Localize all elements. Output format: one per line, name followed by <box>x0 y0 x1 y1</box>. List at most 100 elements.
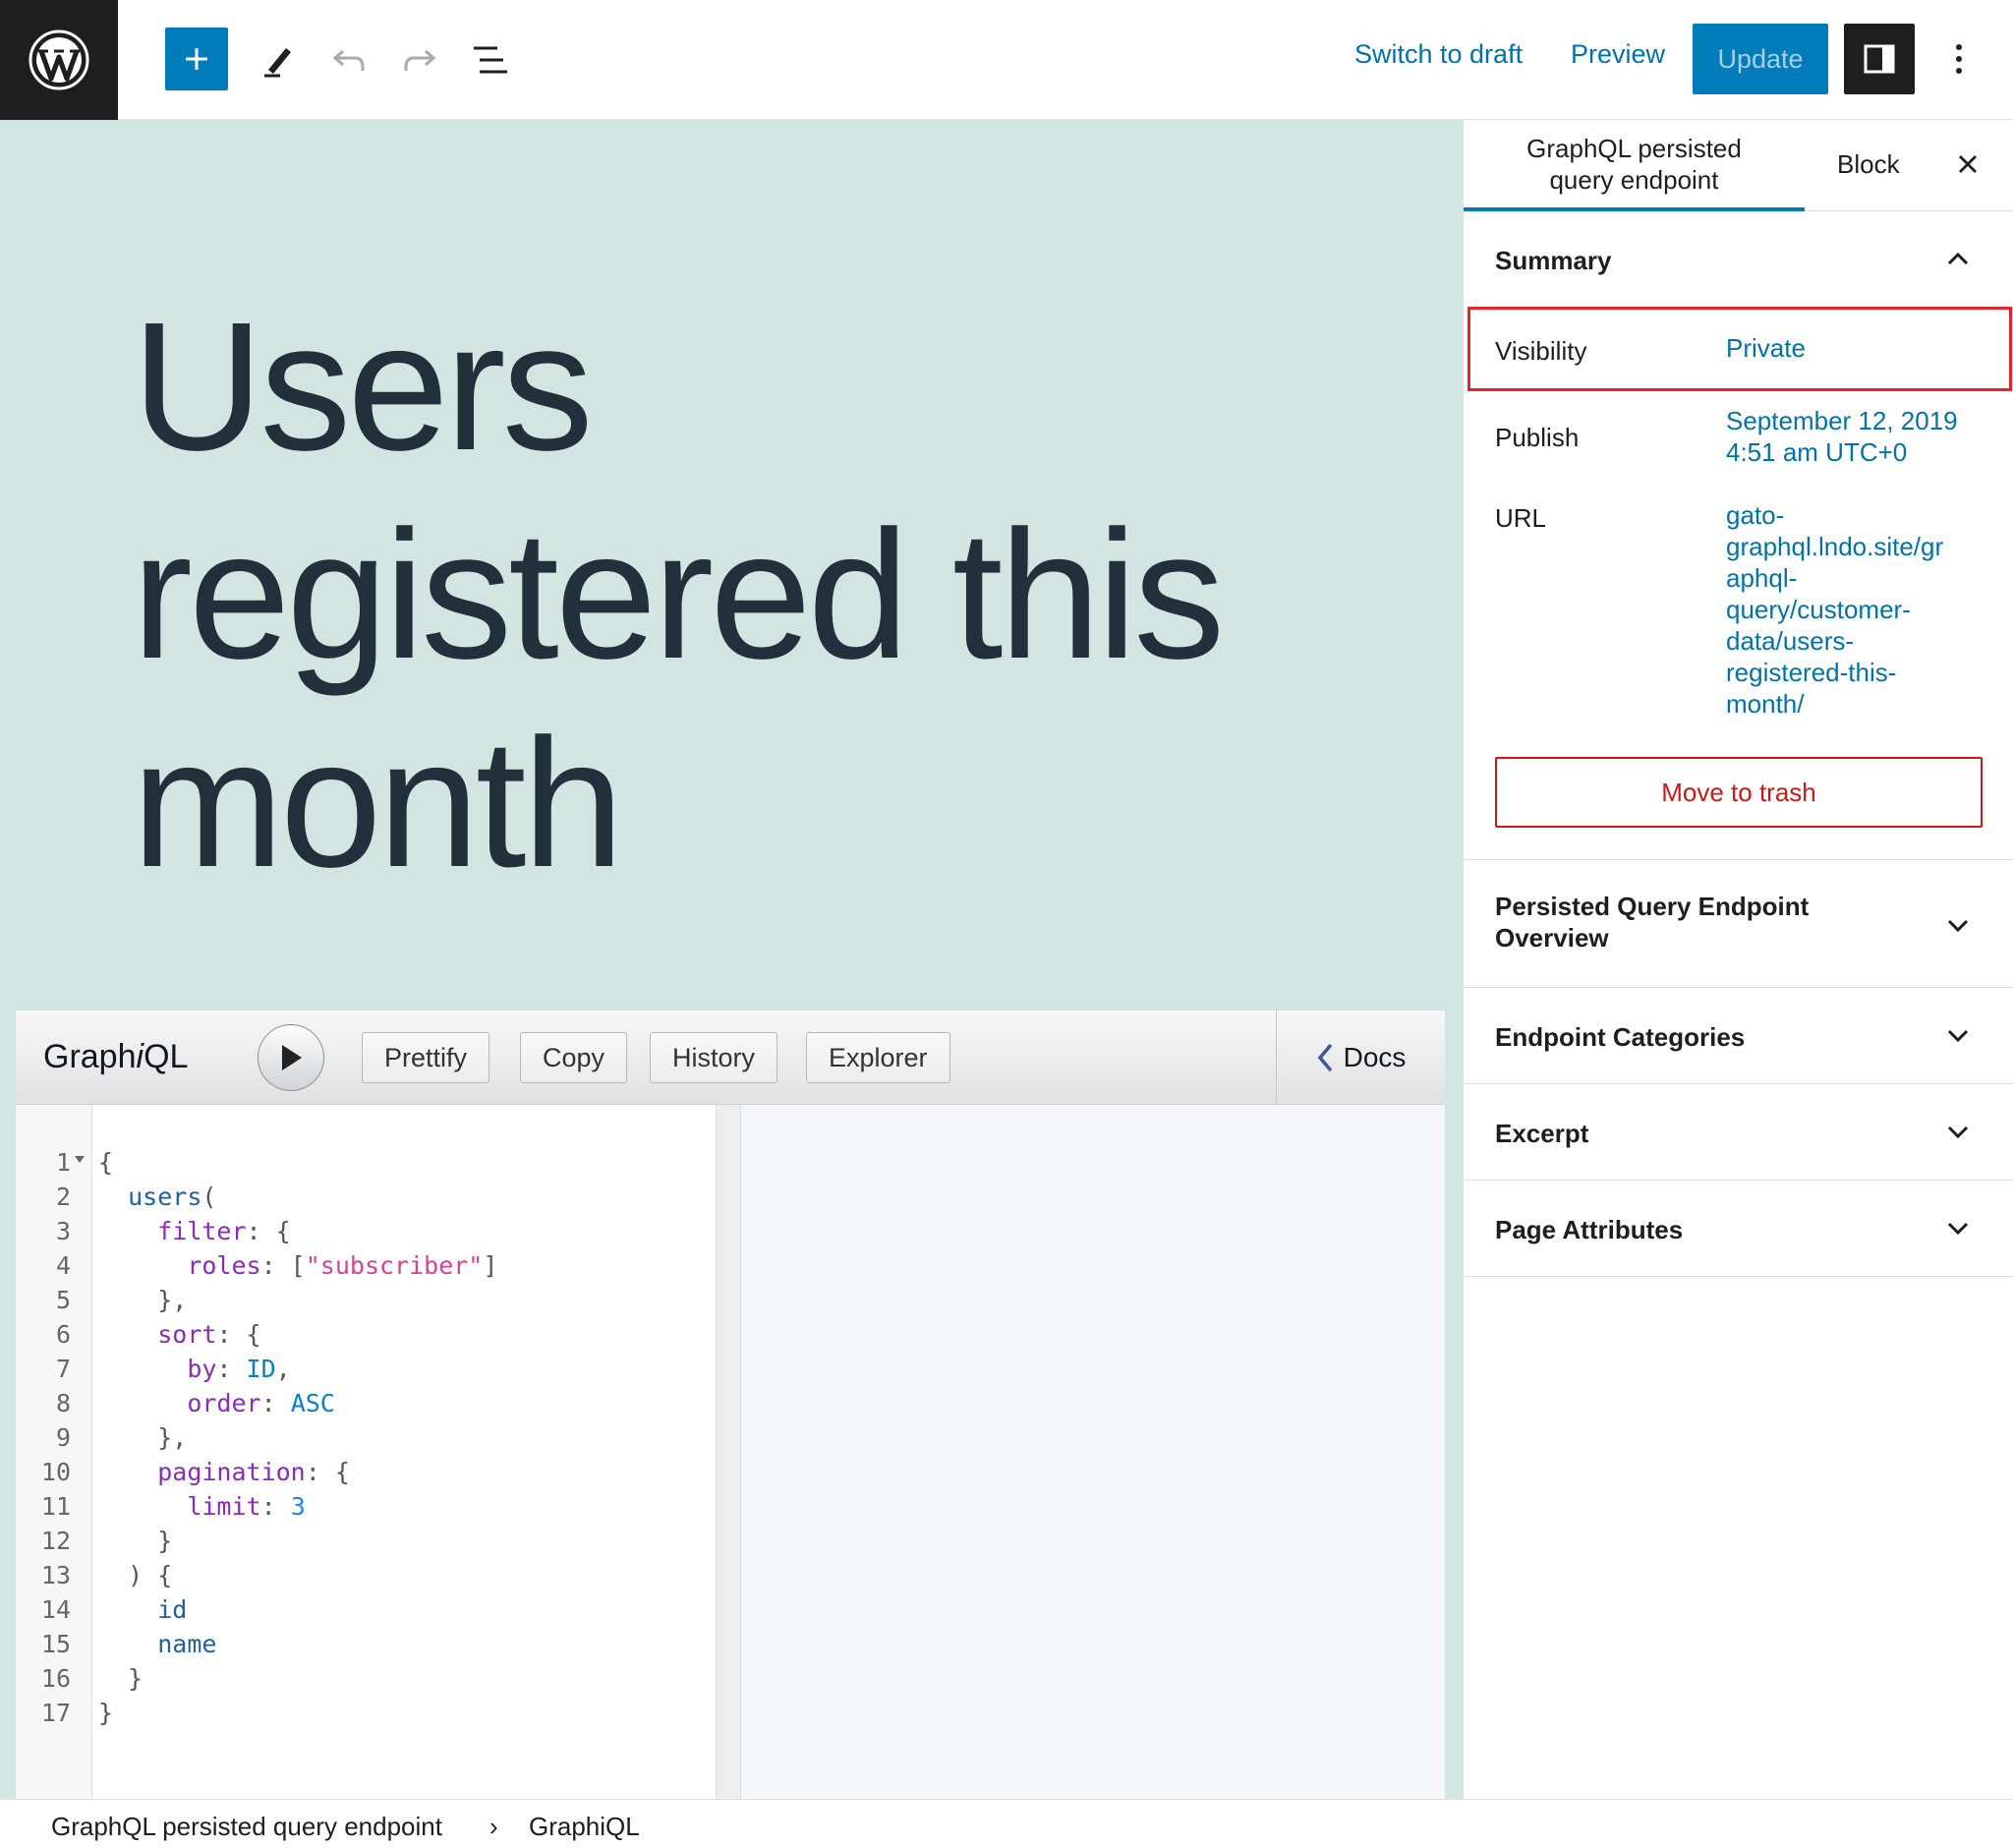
line-number: 6 <box>55 1320 71 1349</box>
redo-button[interactable] <box>395 35 444 85</box>
line-number: 13 <box>40 1561 71 1589</box>
graphiql-title-pre: Graph <box>43 1038 137 1075</box>
code-line-12: } <box>157 1527 173 1555</box>
url-line: gato- <box>1726 500 1785 530</box>
chevron-left-icon <box>1317 1043 1332 1072</box>
history-button[interactable]: History <box>650 1032 778 1083</box>
prettify-button[interactable]: Prettify <box>362 1032 490 1083</box>
panel-divider <box>1464 1276 2013 1277</box>
code-line-14: id <box>157 1595 188 1624</box>
graphiql-title: GraphiQL <box>43 1038 188 1076</box>
page-attributes-heading: Page Attributes <box>1495 1215 1684 1244</box>
line-number: 1 <box>55 1148 71 1177</box>
url-line: aphql- <box>1726 563 1798 593</box>
post-title[interactable]: Users registered this month <box>132 283 1409 908</box>
fold-arrow-icon[interactable] <box>75 1156 85 1163</box>
undo-button[interactable] <box>324 35 374 85</box>
graphiql-title-i: i <box>136 1038 144 1075</box>
copy-button[interactable]: Copy <box>520 1032 628 1083</box>
overview-heading-line-1: Persisted Query Endpoint <box>1495 892 1810 921</box>
code-line-15: name <box>157 1630 217 1658</box>
update-button[interactable]: Update <box>1693 24 1828 94</box>
docs-label: Docs <box>1343 1042 1407 1072</box>
query-editor[interactable]: { users( filter: { roles: ["subscriber"]… <box>92 1105 716 1799</box>
breadcrumb-current[interactable]: GraphiQL <box>529 1812 640 1842</box>
code-line-9: }, <box>157 1423 188 1452</box>
redo-icon <box>404 49 436 71</box>
document-overview-button[interactable] <box>466 35 515 85</box>
panel-divider <box>1464 859 2013 860</box>
line-number: 11 <box>40 1492 71 1521</box>
sidebar-icon <box>1864 44 1895 74</box>
move-to-trash-button[interactable]: Move to trash <box>1495 757 1983 828</box>
line-number: 12 <box>40 1527 71 1555</box>
breadcrumb-separator: › <box>489 1812 498 1841</box>
result-pane <box>741 1105 1445 1799</box>
line-number: 17 <box>40 1699 71 1727</box>
plus-icon <box>186 48 207 70</box>
line-number: 15 <box>40 1630 71 1658</box>
line-number: 4 <box>55 1251 71 1280</box>
panel-divider <box>1464 1083 2013 1084</box>
line-number: 5 <box>55 1286 71 1314</box>
line-number: 10 <box>40 1458 71 1486</box>
url-line: data/users- <box>1726 626 1855 656</box>
url-link[interactable]: gato- graphql.lndo.site/gr aphql- query/… <box>1726 499 1943 720</box>
close-sidebar-button[interactable] <box>1945 142 1990 187</box>
publish-date: September 12, 2019 <box>1726 406 1958 435</box>
line-number: 3 <box>55 1217 71 1245</box>
line-number: 7 <box>55 1355 71 1383</box>
chevron-down-icon <box>1947 1029 1969 1043</box>
block-breadcrumb: GraphQL persisted query endpoint › Graph… <box>0 1799 2013 1848</box>
chevron-up-icon <box>1947 252 1969 265</box>
explorer-button[interactable]: Explorer <box>806 1032 950 1083</box>
overview-panel-toggle[interactable]: Persisted Query Endpoint Overview <box>1464 891 2013 955</box>
line-number-gutter: 1 2 3 4 5 6 7 8 9 10 11 12 13 14 15 16 17 <box>16 1105 92 1799</box>
options-menu-button[interactable] <box>1934 29 1984 88</box>
settings-toggle-button[interactable] <box>1844 24 1915 94</box>
excerpt-panel-toggle[interactable]: Excerpt <box>1464 1119 2013 1158</box>
code-line-11: limit: 3 <box>187 1492 306 1521</box>
chevron-down-icon <box>1947 919 1969 933</box>
publish-time: 4:51 am UTC+0 <box>1726 437 1908 467</box>
url-line: registered-this- <box>1726 658 1897 687</box>
publish-date-toggle[interactable]: September 12, 2019 4:51 am UTC+0 <box>1726 405 1958 468</box>
sidebar-tabs: GraphQL persisted query endpoint Block <box>1464 120 2013 211</box>
add-block-button[interactable] <box>165 28 228 90</box>
graphiql-title-post: QL <box>144 1038 189 1075</box>
summary-panel-toggle[interactable]: Summary <box>1464 246 2013 285</box>
tab-block[interactable]: Block <box>1837 149 1900 180</box>
code-line-6: sort: { <box>157 1320 261 1349</box>
preview-button[interactable]: Preview <box>1571 39 1665 70</box>
execute-query-button[interactable] <box>258 1024 324 1091</box>
visibility-toggle[interactable]: Private <box>1726 332 1806 364</box>
wordpress-logo-button[interactable] <box>0 0 118 120</box>
post-title-line-1: Users <box>132 285 594 489</box>
url-line: graphql.lndo.site/gr <box>1726 532 1944 561</box>
tab-document[interactable]: GraphQL persisted query endpoint <box>1464 120 1805 211</box>
graphiql-block: GraphiQL Prettify Copy History Explorer … <box>16 1011 1445 1799</box>
graphiql-toolbar: GraphiQL Prettify Copy History Explorer … <box>16 1011 1445 1105</box>
breadcrumb-root[interactable]: GraphQL persisted query endpoint <box>51 1812 442 1842</box>
panel-divider <box>1464 987 2013 988</box>
visibility-label: Visibility <box>1495 336 1587 366</box>
line-number: 14 <box>40 1595 71 1624</box>
undo-icon <box>332 49 365 71</box>
publish-label: Publish <box>1495 423 1580 452</box>
settings-sidebar: GraphQL persisted query endpoint Block S… <box>1463 120 2013 1799</box>
categories-panel-toggle[interactable]: Endpoint Categories <box>1464 1022 2013 1062</box>
docs-button[interactable]: Docs <box>1276 1011 1445 1105</box>
code-line-5: }, <box>157 1286 188 1314</box>
code-line-8: order: ASC <box>187 1389 335 1417</box>
tools-button[interactable] <box>254 35 303 85</box>
line-number: 16 <box>40 1664 71 1693</box>
switch-to-draft-button[interactable]: Switch to draft <box>1354 39 1523 70</box>
code-line-3: filter: { <box>157 1217 291 1245</box>
play-icon <box>282 1045 302 1070</box>
page-attributes-panel-toggle[interactable]: Page Attributes <box>1464 1215 2013 1254</box>
post-title-line-2: registered this <box>132 493 1225 697</box>
overview-heading: Persisted Query Endpoint Overview <box>1495 891 1809 953</box>
wordpress-logo-icon <box>29 29 89 90</box>
editor-resize-handle[interactable] <box>716 1105 741 1799</box>
line-number: 2 <box>55 1183 71 1211</box>
